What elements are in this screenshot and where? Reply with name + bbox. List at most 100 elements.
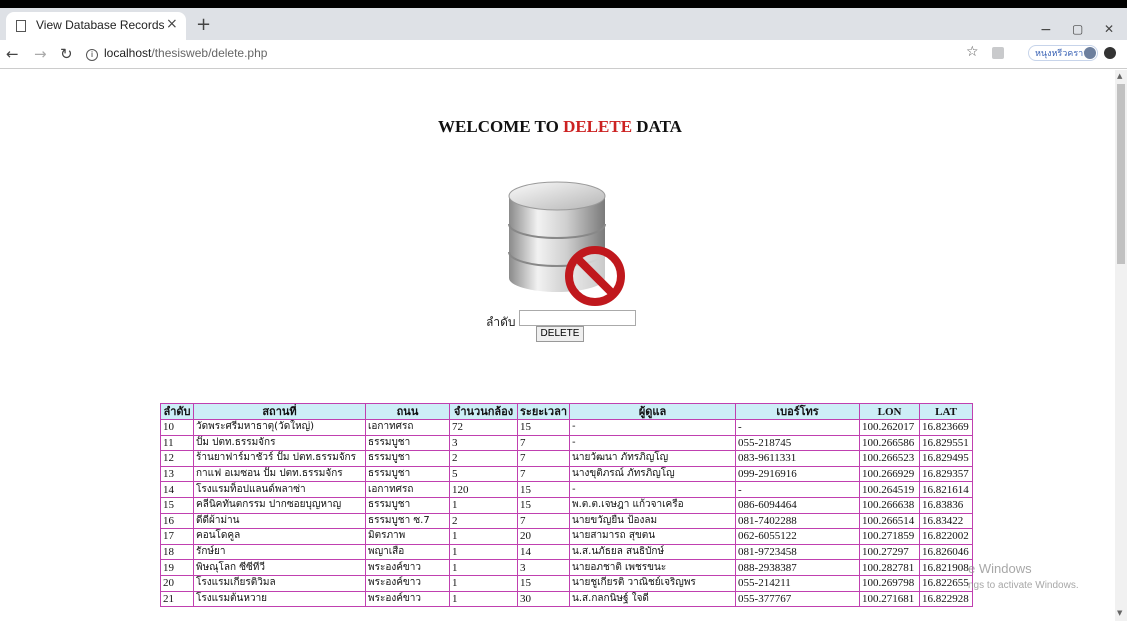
table-cell: 10	[160, 419, 194, 436]
url-host: localhost	[104, 46, 152, 60]
extension-icon[interactable]	[992, 47, 1004, 59]
table-cell: 15	[516, 574, 571, 592]
table-cell: พระองค์ขาว	[365, 559, 450, 576]
table-cell: เอกาทศรถ	[365, 481, 450, 498]
page-scrollbar[interactable]: ▲ ▼	[1115, 70, 1127, 621]
tab-view-database-records[interactable]: View Database Records ×	[6, 12, 186, 40]
table-cell: พระองค์ขาว	[365, 590, 450, 608]
table-row: 16 ดีดีผ้าม่าน ธรรมบูชา ซ.7 2 7 นายขวัญยืน ป้…	[160, 512, 974, 530]
sequence-input[interactable]	[519, 310, 636, 326]
table-cell: พระองค์ขาว	[365, 574, 450, 592]
table-cell: 7	[516, 512, 571, 530]
scrollbar-thumb[interactable]	[1117, 84, 1125, 264]
table-cell: -	[569, 434, 737, 452]
table-cell: 16.826046	[919, 543, 974, 561]
scroll-up-arrow-icon[interactable]: ▲	[1117, 72, 1122, 80]
table-cell: 100.266523	[859, 450, 921, 467]
table-cell: 16	[160, 512, 194, 530]
table-row: 21 โรงแรมต้นหวาย พระองค์ขาว 1 30 น.ส.กลกนิษฐ์…	[160, 590, 974, 608]
table-cell: 21	[160, 590, 194, 608]
browser-toolbar: ← → ↻ i localhost/thesisweb/delete.php ☆ …	[0, 40, 1127, 69]
records-table: ลำดับ สถานที่ ถนน จำนวนกล้อง ระยะเวลา ผู…	[160, 403, 974, 608]
table-row: 17 คอนโดคูล มิตรภาพ 1 20 นายสามารถ สุขตน 062-6…	[160, 528, 974, 545]
avatar-icon[interactable]	[1084, 47, 1096, 59]
table-cell: 16.822002	[919, 528, 974, 545]
table-cell: 062-6055122	[735, 528, 861, 545]
table-cell: ธรรมบูชา	[365, 465, 450, 483]
page-heading: WELCOME TO DELETE DATA	[0, 117, 1120, 137]
table-cell: พ.ต.ต.เจษฎา แก้วจาเครือ	[569, 496, 737, 514]
table-cell: 1	[449, 528, 518, 545]
table-cell: น.ส.นภัธยล สนธิบักษ์	[569, 543, 737, 561]
forward-arrow-icon[interactable]: →	[34, 45, 47, 63]
table-cell: 16.823669	[919, 419, 974, 436]
column-header: ผู้ดูแล	[569, 403, 737, 420]
bookmark-star-icon[interactable]: ☆	[966, 44, 979, 60]
minimize-button[interactable]: −	[1040, 22, 1052, 38]
table-cell: ธรรมบูชา	[365, 496, 450, 514]
tab-strip: View Database Records × + − ▢ ✕	[0, 8, 1127, 40]
back-arrow-icon[interactable]: ←	[6, 45, 19, 63]
table-cell: พิษณุโลก ซีซีทีวี	[193, 559, 366, 576]
table-cell: 15	[516, 481, 571, 498]
table-cell: 14	[160, 481, 194, 498]
column-header: สถานที่	[193, 403, 366, 420]
table-cell: ธรรมบูชา	[365, 434, 450, 452]
window-close-button[interactable]: ✕	[1104, 22, 1114, 36]
table-cell: พญาเสือ	[365, 543, 450, 561]
table-row: 19 พิษณุโลก ซีซีทีวี พระองค์ขาว 1 3 นายอภชาติ…	[160, 559, 974, 576]
table-cell: -	[569, 481, 737, 498]
table-cell: 16.822655	[919, 574, 974, 592]
table-cell: 083-9611331	[735, 450, 861, 467]
table-cell: 16.822928	[919, 590, 974, 608]
tab-close-icon[interactable]: ×	[166, 16, 178, 32]
table-row: 13 กาแฟ อเมซอน ปั๊ม ปตท.ธรรมจักร ธรรมบูชา 5…	[160, 465, 974, 483]
table-cell: 086-6094464	[735, 496, 861, 514]
table-cell: วัดพระศรีมหาธาตุ(วัดใหญ่)	[193, 419, 366, 436]
table-cell: 7	[516, 434, 571, 452]
table-cell: 15	[516, 419, 571, 436]
table-cell: 16.83836	[919, 496, 974, 514]
sequence-label: ลำดับ :	[486, 315, 524, 329]
heading-prefix: WELCOME TO	[438, 117, 564, 136]
window-top-edge	[0, 0, 1127, 8]
reload-icon[interactable]: ↻	[60, 45, 73, 63]
table-cell: -	[569, 419, 737, 436]
table-cell: 2	[449, 512, 518, 530]
table-cell: 3	[449, 434, 518, 452]
maximize-button[interactable]: ▢	[1072, 22, 1083, 36]
table-row: 20 โรงแรมเกียรติวิมล พระองค์ขาว 1 15 นายชูเกี…	[160, 574, 974, 592]
table-cell: 7	[516, 465, 571, 483]
table-cell: 100.27297	[859, 543, 921, 561]
table-cell: นายอภชาติ เพชรขนะ	[569, 559, 737, 576]
table-cell: 19	[160, 559, 194, 576]
table-cell: นางขุติภรณ์ ภัทรภิญโญ	[569, 465, 737, 483]
table-cell: 100.282781	[859, 559, 921, 576]
table-cell: รักษ์ยา	[193, 543, 366, 561]
table-row: 12 ร้านยาฟาร์มาชัวร์ ปั๊ม ปตท.ธรรมจักร ธรร…	[160, 450, 974, 467]
menu-icon[interactable]	[1104, 47, 1116, 59]
table-cell: 100.271859	[859, 528, 921, 545]
tab-title: View Database Records	[36, 18, 165, 32]
table-cell: 16.83422	[919, 512, 974, 530]
table-cell: 088-2938387	[735, 559, 861, 576]
new-tab-button[interactable]: +	[196, 16, 211, 34]
table-cell: คลีนิคทันตกรรม ปากซอยบุญหาญ	[193, 496, 366, 514]
table-cell: 1	[449, 559, 518, 576]
table-cell: 15	[516, 496, 571, 514]
heading-suffix: DATA	[632, 117, 682, 136]
scroll-down-arrow-icon[interactable]: ▼	[1117, 609, 1122, 617]
column-header: LON	[859, 403, 921, 420]
table-cell: 16.829495	[919, 450, 974, 467]
site-info-icon[interactable]: i	[86, 49, 98, 61]
address-bar[interactable]: i localhost/thesisweb/delete.php	[86, 46, 267, 61]
table-cell: นายสามารถ สุขตน	[569, 528, 737, 545]
table-cell: -	[735, 419, 861, 436]
delete-button[interactable]: DELETE	[536, 326, 584, 342]
table-cell: 14	[516, 543, 571, 561]
table-cell: 055-214211	[735, 574, 861, 592]
column-header: ลำดับ	[160, 403, 194, 420]
table-cell: 17	[160, 528, 194, 545]
table-cell: 16.829357	[919, 465, 974, 483]
table-cell: 20	[160, 574, 194, 592]
